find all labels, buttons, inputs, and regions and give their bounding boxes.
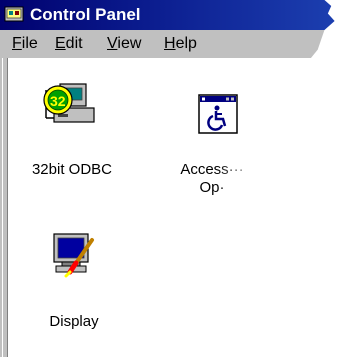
control-panel-window: Control Panel File Edit View Help 32 32b…	[0, 0, 338, 357]
menu-bar: File Edit View Help	[0, 30, 325, 58]
svg-text:32: 32	[50, 93, 66, 109]
window-title: Control Panel	[30, 5, 141, 24]
menu-help[interactable]: Help	[164, 33, 197, 55]
label-accessibility-line2[interactable]: Op·	[176, 178, 248, 197]
label-accessibility-line1[interactable]: Access···	[172, 160, 252, 179]
display-icon[interactable]	[50, 232, 96, 278]
title-bar[interactable]: Control Panel	[0, 0, 335, 30]
odbc-icon[interactable]: 32	[38, 78, 98, 132]
control-panel-icon	[4, 6, 24, 22]
menu-file[interactable]: File	[12, 33, 38, 55]
label-display[interactable]: Display	[24, 312, 124, 331]
menu-edit[interactable]: Edit	[55, 33, 83, 55]
menu-view[interactable]: View	[107, 33, 141, 55]
window-left-border	[0, 58, 8, 357]
accessibility-icon[interactable]	[198, 94, 238, 134]
label-32bit-odbc[interactable]: 32bit ODBC	[22, 160, 122, 179]
